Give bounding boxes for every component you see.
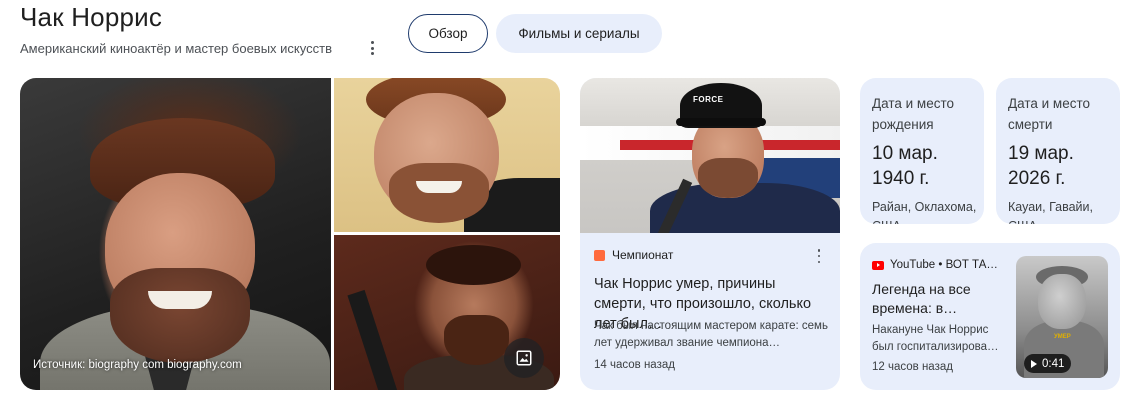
main-portrait-image[interactable]: Источник: biography com biography.com <box>20 78 331 390</box>
video-card[interactable]: YouTube • ВОТ ТА… Легенда на все времена… <box>860 243 1120 390</box>
fact-card-birth[interactable]: Дата и место рождения 10 мар. 1940 г. Ра… <box>860 78 984 224</box>
video-timestamp: 12 часов назад <box>872 361 953 373</box>
cap-logo-text: FORCE <box>693 95 724 104</box>
death-place: Кауаи, Гавайи, США <box>1008 200 1093 224</box>
tab-films-and-series[interactable]: Фильмы и сериалы <box>496 14 662 53</box>
news-source-name: Чемпионат <box>612 248 674 262</box>
birth-date: 10 мар. 1940 г. <box>872 143 938 189</box>
news-more-icon[interactable] <box>815 249 823 263</box>
more-vert-icon[interactable] <box>366 39 378 57</box>
page-title: Чак Норрис <box>20 2 163 32</box>
play-icon <box>1031 359 1037 368</box>
fact-label-death: Дата и место смерти <box>1008 96 1091 132</box>
fact-label-birth: Дата и место рождения <box>872 96 955 132</box>
image-search-button[interactable] <box>504 338 544 378</box>
image-gallery: Источник: biography com biography.com <box>20 78 560 390</box>
news-thumbnail: FORCE <box>580 78 840 233</box>
news-snippet: Чак был настоящим мастером карате: семь … <box>594 320 828 349</box>
video-thumbnail-tag: УМЕР <box>1054 334 1071 340</box>
video-duration-badge: 0:41 <box>1024 354 1072 373</box>
video-thumbnail[interactable]: УМЕР 0:41 <box>1016 256 1108 378</box>
video-source-name: YouTube • ВОТ ТА… <box>890 259 998 271</box>
news-timestamp: 14 часов назад <box>594 359 675 371</box>
video-duration: 0:41 <box>1042 357 1065 370</box>
tab-overview[interactable]: Обзор <box>408 14 488 53</box>
birth-place: Райан, Оклахома, США <box>872 200 977 224</box>
championat-logo-icon <box>594 249 605 261</box>
image-icon <box>516 350 532 366</box>
video-snippet: Накануне Чак Норрис был госпитализирова… <box>872 324 999 353</box>
video-source: YouTube • ВОТ ТА… <box>872 259 998 271</box>
image-source-caption[interactable]: Источник: biography com biography.com <box>33 359 242 371</box>
video-headline[interactable]: Легенда на все времена: в… <box>872 280 1012 318</box>
death-date: 19 мар. 2026 г. <box>1008 143 1074 189</box>
fact-card-death[interactable]: Дата и место смерти 19 мар. 2026 г. Кауа… <box>996 78 1120 224</box>
entity-subtitle: Американский киноактёр и мастер боевых и… <box>20 41 332 56</box>
portrait-image-top-right[interactable] <box>334 78 560 232</box>
news-source: Чемпионат <box>594 248 673 262</box>
news-card[interactable]: FORCE Чемпионат Чак Норрис умер, причины… <box>580 78 840 390</box>
youtube-icon <box>872 260 884 270</box>
